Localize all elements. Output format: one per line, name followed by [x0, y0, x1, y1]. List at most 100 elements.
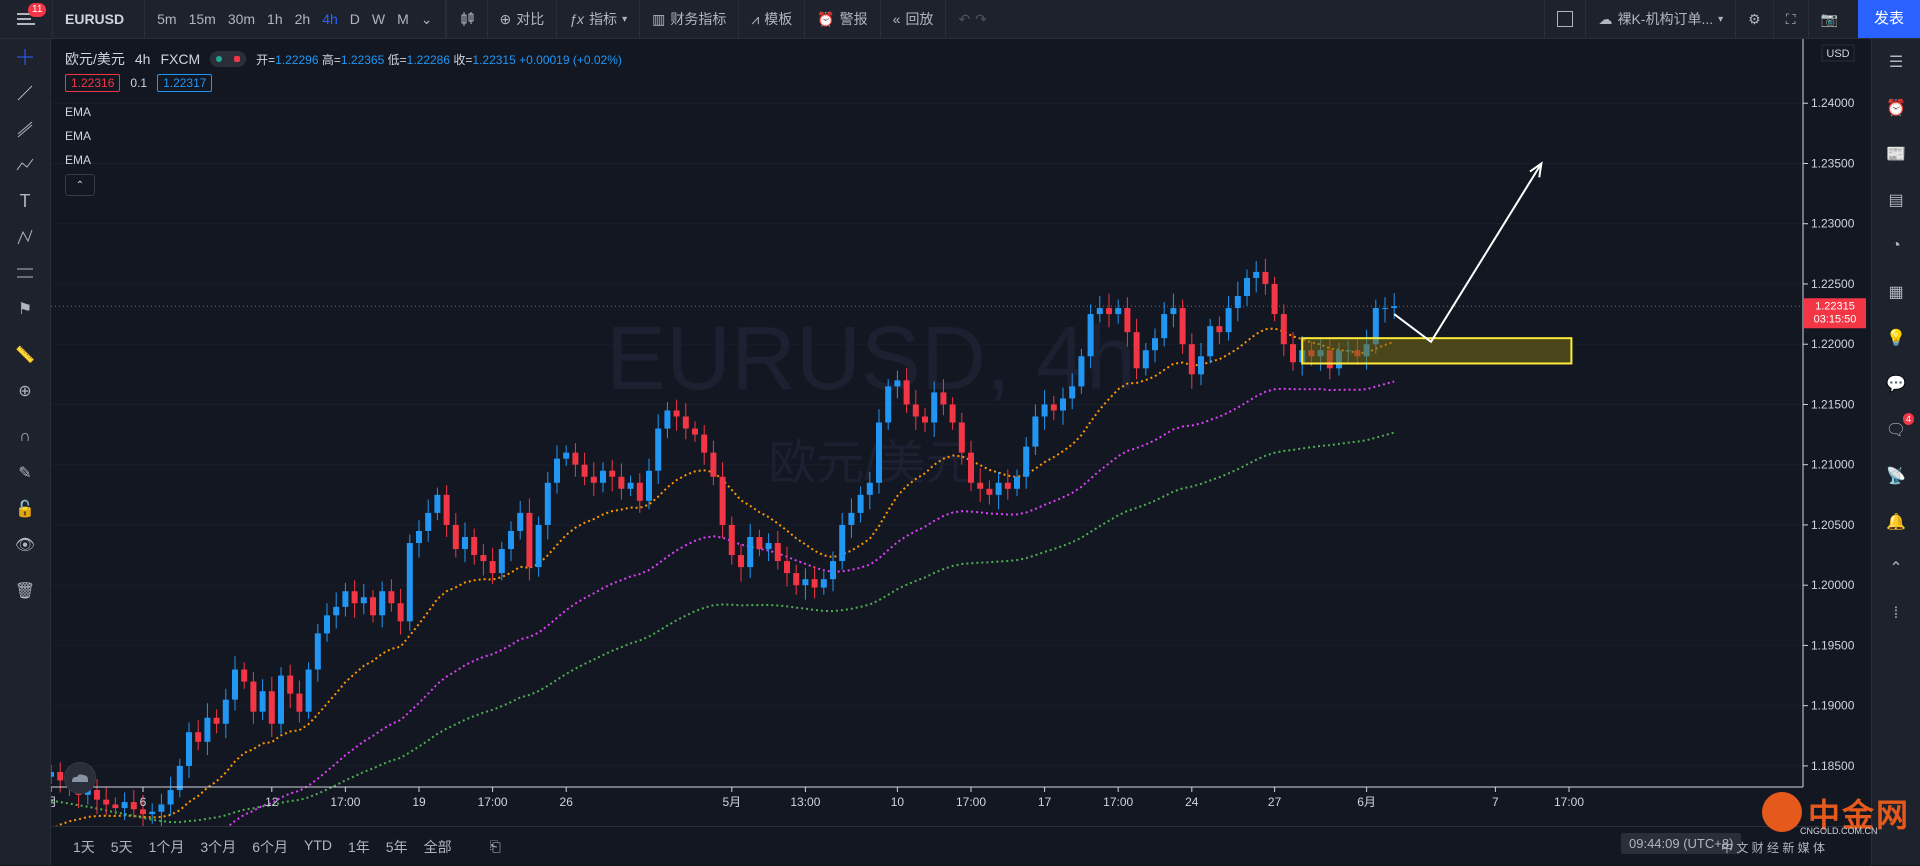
- interval-15m[interactable]: 15m: [183, 11, 222, 27]
- sell-button[interactable]: 1.22316: [65, 74, 121, 92]
- ideas-button[interactable]: 💡: [1872, 315, 1920, 361]
- compare-button[interactable]: ⊕ 对比: [486, 0, 557, 38]
- range-3[interactable]: 3个月: [192, 837, 244, 857]
- candle-body: [121, 802, 128, 809]
- interval-30m[interactable]: 30m: [222, 11, 261, 27]
- replay-button[interactable]: «回放: [879, 0, 946, 38]
- bell-icon: 🔔: [1886, 514, 1906, 531]
- lightbulb-icon: 💡: [1886, 330, 1906, 347]
- candle-body: [498, 549, 505, 574]
- chart-type-button[interactable]: [445, 0, 487, 38]
- interval-D[interactable]: D: [344, 11, 366, 27]
- undo-icon[interactable]: ↶: [958, 11, 970, 28]
- dom-button[interactable]: ⁞: [1872, 591, 1920, 637]
- trading-button[interactable]: ⌃: [1872, 545, 1920, 591]
- market-status-toggle[interactable]: [210, 51, 247, 67]
- watchlist-button[interactable]: ☰: [1872, 39, 1920, 85]
- snapshot-button[interactable]: 📷: [1807, 0, 1850, 38]
- layout-toggle[interactable]: [1544, 0, 1585, 38]
- chevron-down-icon: ▾: [622, 13, 628, 25]
- candle-body: [1198, 356, 1204, 375]
- square-icon: [1557, 11, 1574, 27]
- candle-body: [443, 494, 450, 525]
- candle: [278, 667, 284, 734]
- legend-title[interactable]: 欧元/美元: [65, 49, 125, 69]
- lock-tool[interactable]: 🔓: [0, 491, 50, 527]
- open-value: 1.22296: [275, 52, 319, 67]
- projection-tool[interactable]: [0, 219, 50, 255]
- streams-button[interactable]: 📡: [1872, 453, 1920, 499]
- symbol-search[interactable]: EURUSD: [53, 0, 146, 38]
- candle-body: [149, 811, 156, 815]
- fullscreen-button[interactable]: ⛶: [1772, 0, 1808, 38]
- tradingview-logo[interactable]: [64, 762, 96, 794]
- candle-body: [406, 543, 413, 622]
- publish-button[interactable]: 发表: [1857, 0, 1920, 38]
- messages-button[interactable]: 🗨 4: [1872, 407, 1920, 453]
- news-button[interactable]: 📰: [1872, 131, 1920, 177]
- visibility-tool[interactable]: 👁: [0, 527, 50, 563]
- collapse-indicators-button[interactable]: ⌃: [65, 174, 95, 196]
- indicators-button[interactable]: ƒx 指标 ▾: [556, 0, 639, 38]
- fib-tool[interactable]: [0, 111, 50, 147]
- trendline-tool[interactable]: [0, 75, 50, 111]
- buy-button[interactable]: 1.22317: [157, 74, 213, 92]
- replay-label: 回放: [905, 11, 934, 27]
- messages-badge: 4: [1902, 413, 1914, 425]
- interval-M[interactable]: M: [391, 11, 415, 27]
- text-tool[interactable]: T: [0, 183, 50, 219]
- template-button[interactable]: ⩘ 模板: [738, 0, 804, 38]
- magnet-tool[interactable]: ∩: [0, 419, 50, 455]
- range-0[interactable]: 1天: [65, 837, 103, 857]
- camera-icon: 📷: [1820, 10, 1838, 27]
- y-tick-label: 1.18500: [1811, 759, 1855, 773]
- zoom-tool[interactable]: ⊕: [0, 373, 50, 409]
- interval-1h[interactable]: 1h: [261, 11, 289, 27]
- candle-body: [756, 536, 763, 550]
- candle-body: [370, 597, 376, 616]
- settings-button[interactable]: ⚙: [1735, 0, 1773, 38]
- goto-date-icon[interactable]: ⎗: [490, 838, 501, 855]
- data-window-button[interactable]: ▤: [1872, 177, 1920, 223]
- range-8[interactable]: 全部: [416, 837, 460, 857]
- calendar-button[interactable]: ▦: [1872, 269, 1920, 315]
- alerts-button[interactable]: ⏰: [1872, 85, 1920, 131]
- icon-tool[interactable]: ⚑: [0, 291, 50, 327]
- menu-button[interactable]: 11: [0, 0, 53, 38]
- crosshair-tool[interactable]: [0, 39, 50, 75]
- range-5[interactable]: YTD: [296, 837, 340, 857]
- range-6[interactable]: 1年: [340, 837, 378, 857]
- text-icon: T: [19, 190, 31, 211]
- measure-tool[interactable]: [0, 255, 50, 291]
- indicator-ema-3[interactable]: EMA: [65, 148, 622, 172]
- alarm-icon: ⏰: [817, 10, 835, 27]
- range-2[interactable]: 1个月: [141, 837, 193, 857]
- notifications-button[interactable]: 🔔: [1872, 499, 1920, 545]
- brand-logo-icon: [1762, 792, 1802, 832]
- layout-name: 裸K-机构订单...: [1617, 11, 1714, 27]
- range-7[interactable]: 5年: [378, 837, 416, 857]
- interval-4h[interactable]: 4h: [316, 11, 344, 27]
- interval-2h[interactable]: 2h: [289, 11, 317, 27]
- candle-body: [563, 452, 570, 459]
- ruler-tool[interactable]: 📏: [0, 337, 50, 373]
- chat-button[interactable]: 💬: [1872, 361, 1920, 407]
- interval-W[interactable]: W: [366, 11, 391, 27]
- range-1[interactable]: 5天: [103, 837, 141, 857]
- alert-button[interactable]: ⏰ 警报: [804, 0, 879, 38]
- indicator-ema-1[interactable]: EMA: [65, 100, 622, 124]
- layout-name-button[interactable]: ☁ 裸K-机构订单... ▾: [1585, 0, 1735, 38]
- interval-5m[interactable]: 5m: [151, 11, 182, 27]
- candle-body: [452, 524, 459, 550]
- interval-more-icon[interactable]: ⌄: [415, 11, 439, 28]
- indicator-ema-2[interactable]: EMA: [65, 124, 622, 148]
- lock-draw-tool[interactable]: ✎: [0, 455, 50, 491]
- redo-icon[interactable]: ↷: [975, 11, 987, 28]
- financials-button[interactable]: ▥ 财务指标: [639, 0, 738, 38]
- candle-body: [241, 669, 248, 682]
- delete-tool[interactable]: 🗑: [0, 573, 50, 609]
- range-4[interactable]: 6个月: [244, 837, 296, 857]
- pattern-tool[interactable]: [0, 147, 50, 183]
- y-tick-label: 1.23000: [1811, 217, 1855, 231]
- hotlist-button[interactable]: ◔: [1872, 223, 1920, 269]
